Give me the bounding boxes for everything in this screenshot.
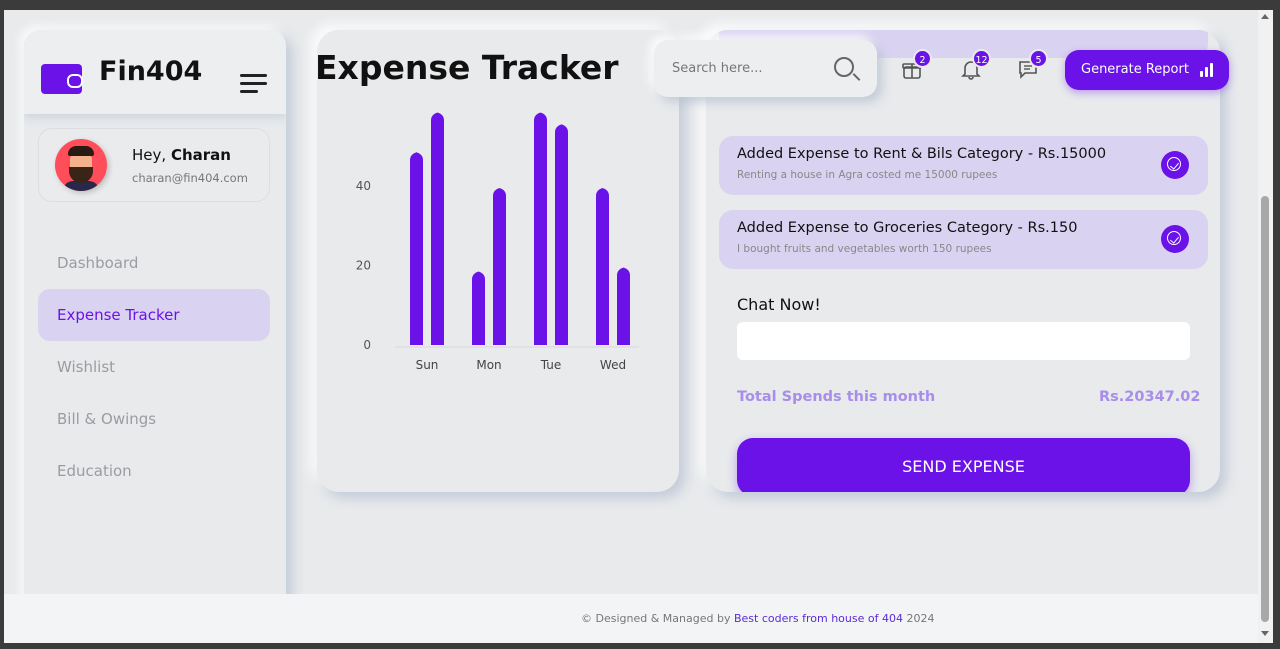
send-expense-button[interactable]: SEND EXPENSE xyxy=(737,438,1190,492)
total-spends-label: Total Spends this month xyxy=(737,389,936,405)
check-circle-icon[interactable] xyxy=(1161,225,1189,253)
x-tick-label: Wed xyxy=(600,358,626,372)
sidebar-header: Fin404 xyxy=(24,30,286,114)
scroll-up-arrow-icon[interactable] xyxy=(1261,14,1269,19)
chart-bar-tue[interactable] xyxy=(555,124,568,345)
x-tick-label: Sun xyxy=(416,358,439,372)
sidebar-item-wishlist[interactable]: Wishlist xyxy=(38,341,270,393)
x-tick-label: Tue xyxy=(540,358,562,372)
chart-bar-wed[interactable] xyxy=(596,187,609,345)
weekly-expense-chart-card: 0 20 40 Sun Mon Tue Wed xyxy=(317,30,679,492)
window-bottom-edge xyxy=(0,643,1280,649)
hamburger-menu-icon[interactable] xyxy=(240,74,267,94)
expense-entry-description: I bought fruits and vegetables worth 150… xyxy=(737,243,992,255)
chart-bar-wed[interactable] xyxy=(617,267,630,345)
chart-bar-sun[interactable] xyxy=(410,152,423,345)
search-box xyxy=(654,40,877,97)
sidebar-item-expense-tracker[interactable]: Expense Tracker xyxy=(38,289,270,341)
check-circle-icon[interactable] xyxy=(1161,151,1189,179)
expense-entry: Added Expense to Rent & Bils Category - … xyxy=(719,136,1208,195)
page-viewport: Fin404 Hey, Charan charan@fin404.com Das… xyxy=(4,10,1258,643)
user-name: Charan xyxy=(170,146,231,164)
footer-link[interactable]: Best coders from house of 404 xyxy=(734,612,903,625)
bell-icon[interactable]: 12 xyxy=(960,49,991,80)
window-right-edge xyxy=(1273,10,1280,649)
sidebar-item-bill-owings[interactable]: Bill & Owings xyxy=(38,393,270,445)
chart-bar-tue[interactable] xyxy=(534,112,547,345)
scrollbar-thumb[interactable] xyxy=(1261,196,1269,622)
chat-input[interactable] xyxy=(737,322,1190,360)
vertical-scrollbar[interactable] xyxy=(1258,10,1273,643)
page-title: Expense Tracker xyxy=(315,48,619,87)
gift-count-badge: 2 xyxy=(913,49,932,68)
expense-activity-card: Added Expense to Rent & Bils Category - … xyxy=(706,30,1220,492)
y-tick-label: 0 xyxy=(363,338,371,352)
generate-report-label: Generate Report xyxy=(1081,62,1189,77)
greeting-word: Hey, xyxy=(132,146,167,164)
chart-bar-mon[interactable] xyxy=(472,271,485,345)
notification-count-badge: 12 xyxy=(972,49,991,68)
expense-bar-chart: 0 20 40 Sun Mon Tue Wed xyxy=(356,112,639,372)
x-tick-label: Mon xyxy=(476,358,501,372)
y-tick-label: 20 xyxy=(356,259,371,273)
chart-bar-mon[interactable] xyxy=(493,187,506,345)
user-profile-card[interactable]: Hey, Charan charan@fin404.com xyxy=(38,128,270,202)
footer-credit: © Designed & Managed by Best coders from… xyxy=(581,612,934,625)
scroll-down-arrow-icon[interactable] xyxy=(1261,631,1269,636)
chat-now-label: Chat Now! xyxy=(737,295,821,314)
avatar xyxy=(55,139,107,191)
wallet-icon xyxy=(41,64,83,94)
brand-logo-text: Fin404 xyxy=(99,56,203,87)
user-greeting: Hey, Charan xyxy=(132,146,231,164)
sidebar-item-education[interactable]: Education xyxy=(38,445,270,497)
y-tick-label: 40 xyxy=(356,179,371,193)
bar-chart-icon xyxy=(1200,63,1214,77)
search-input[interactable] xyxy=(672,56,822,80)
search-icon[interactable] xyxy=(834,57,854,77)
message-count-badge: 5 xyxy=(1029,49,1048,68)
chart-bar-sun[interactable] xyxy=(431,112,444,345)
sidebar-item-dashboard[interactable]: Dashboard xyxy=(38,237,270,289)
generate-report-button[interactable]: Generate Report xyxy=(1065,50,1229,90)
expense-entry-title: Added Expense to Groceries Category - Rs… xyxy=(737,220,1078,236)
message-icon[interactable]: 5 xyxy=(1017,49,1048,80)
browser-top-edge xyxy=(0,0,1280,10)
sidebar: Fin404 Hey, Charan charan@fin404.com Das… xyxy=(24,30,286,627)
user-email: charan@fin404.com xyxy=(132,171,248,185)
expense-entry: Added Expense to Groceries Category - Rs… xyxy=(719,210,1208,269)
expense-entry-title: Added Expense to Rent & Bils Category - … xyxy=(737,146,1107,162)
footer-prefix: © Designed & Managed by xyxy=(581,612,731,625)
total-spends-value: Rs.20347.02 xyxy=(1099,389,1201,405)
expense-entry-description: Renting a house in Agra costed me 15000 … xyxy=(737,169,998,181)
gift-icon[interactable]: 2 xyxy=(901,49,932,80)
footer-year: 2024 xyxy=(906,612,935,625)
